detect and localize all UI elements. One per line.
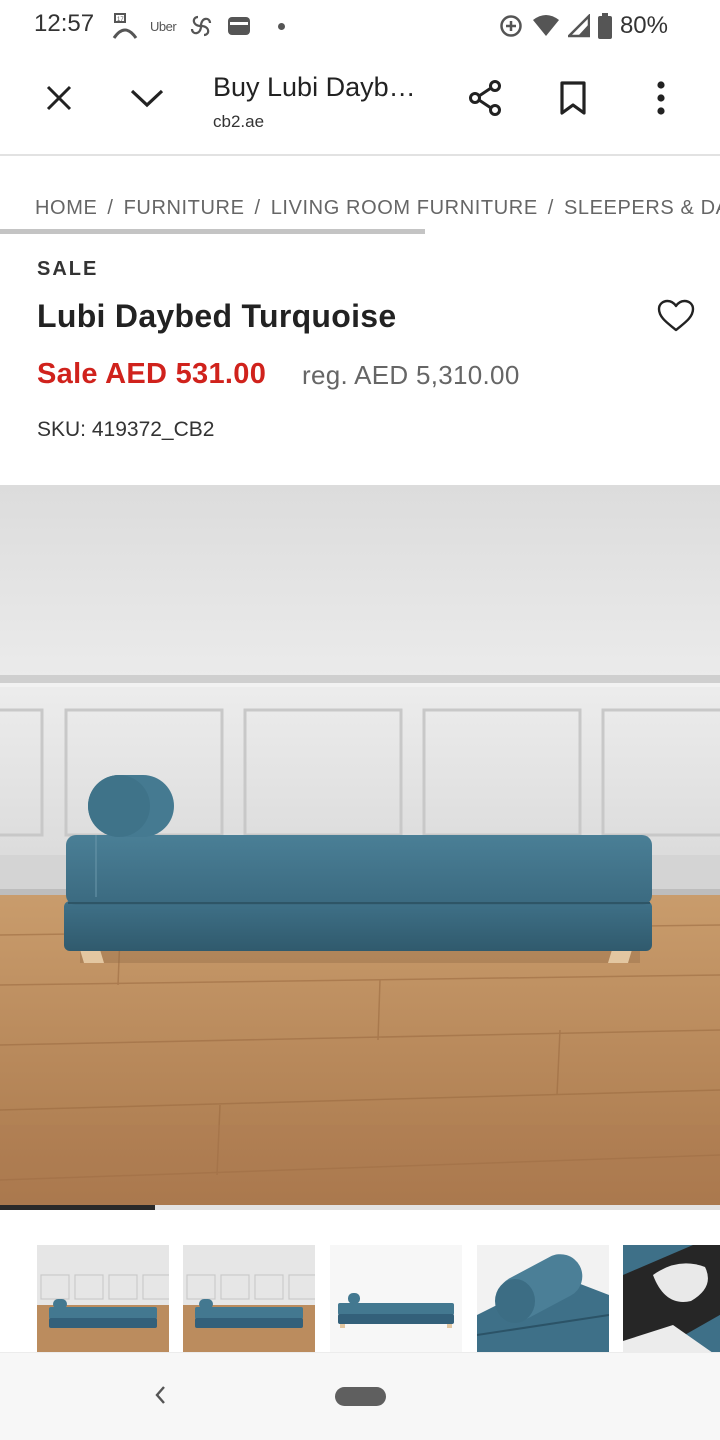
share-button[interactable] [461,76,509,124]
chevron-left-icon [153,1384,167,1411]
thumbnail-3[interactable] [330,1245,462,1353]
breadcrumb-sleepers-daybeds[interactable]: SLEEPERS & DAYBEDS [564,197,720,220]
svg-text:17: 17 [117,17,124,23]
gallery-progress-fill [0,1205,155,1210]
breadcrumb-furniture[interactable]: FURNITURE [124,197,245,220]
status-notification-icons: 17 Uber [112,12,286,40]
thumbnail-2[interactable] [183,1245,315,1353]
breadcrumb-home[interactable]: HOME [35,197,97,220]
product-sku: SKU: 419372_CB2 [37,418,215,441]
thumbnail-4[interactable] [477,1245,609,1353]
bookmark-button[interactable] [549,76,597,124]
google-fit-icon: 17 [112,12,138,40]
battery-percent: 80% [619,12,668,39]
sale-price: Sale AED 531.00 [37,358,267,390]
breadcrumb-living-room-furniture[interactable]: LIVING ROOM FURNITURE [271,197,538,220]
product-image[interactable] [0,485,720,1205]
more-options-button[interactable] [637,76,685,124]
wifi-icon [532,14,560,38]
signal-icon [567,14,590,38]
thumbnail-5[interactable] [623,1245,720,1353]
page-domain: cb2.ae [213,112,265,131]
wishlist-button[interactable] [650,292,702,344]
uber-icon: Uber [150,18,177,34]
status-bar: 12:57 17 Uber 80% [0,0,720,52]
share-icon [467,79,503,122]
data-saver-icon [498,13,524,39]
notification-dot [278,22,286,30]
sale-badge: SALE [37,258,99,280]
chevron-down-icon [130,87,164,114]
breadcrumb-separator: / [547,197,554,219]
wallet-icon [226,15,252,37]
product-name: Lubi Daybed Turquoise [37,298,397,334]
system-navigation-bar [0,1352,720,1440]
heart-icon [657,299,695,338]
page-title: Buy Lubi Daybed Turquoise [213,72,428,102]
breadcrumb-scroll-indicator [0,229,425,234]
thumbnail-strip[interactable] [0,1245,720,1353]
nav-back-button[interactable] [140,1377,180,1417]
breadcrumb-separator: / [254,197,261,219]
close-icon [45,84,73,117]
close-button[interactable] [35,76,83,124]
regular-price: reg. AED 5,310.00 [302,360,520,390]
minimize-button[interactable] [123,76,171,124]
status-time: 12:57 [34,10,95,37]
nav-home-pill[interactable] [335,1387,386,1406]
status-system-icons: 80% [498,10,668,42]
more-vert-icon [656,80,666,120]
breadcrumb-separator: / [107,197,114,219]
bookmark-icon [559,80,587,120]
gallery-progress-track [0,1205,720,1210]
custom-tab-toolbar: Buy Lubi Daybed Turquoise cb2.ae [0,52,720,156]
pinwheel-icon [188,13,214,39]
battery-icon [597,13,612,39]
thumbnail-1[interactable] [37,1245,169,1353]
breadcrumb: HOME / FURNITURE / LIVING ROOM FURNITURE… [35,197,720,220]
